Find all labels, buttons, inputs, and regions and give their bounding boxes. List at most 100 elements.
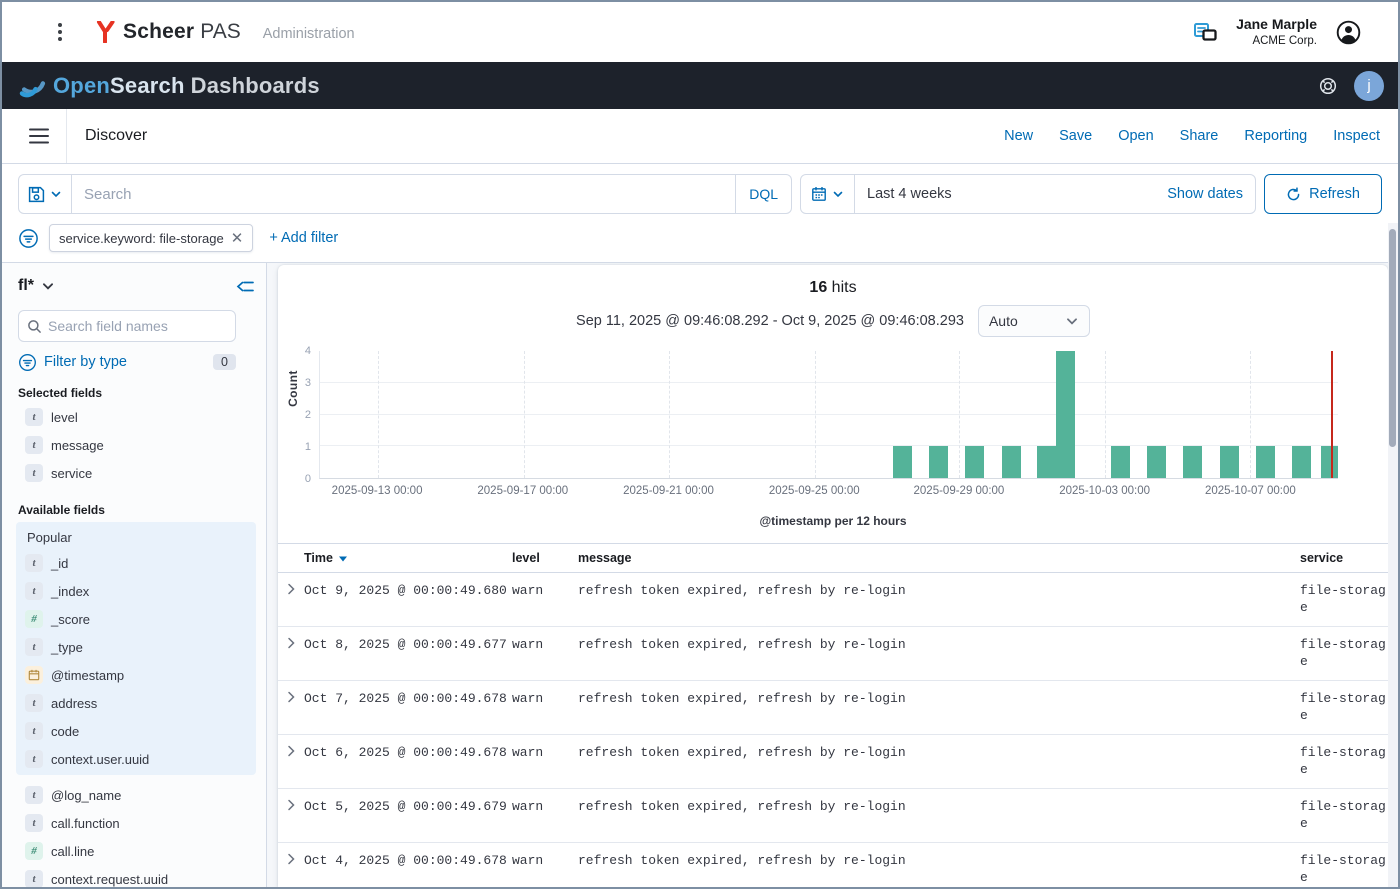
y-tick-label: 0 [305, 473, 311, 485]
help-icon[interactable] [1318, 76, 1338, 96]
field-item-code[interactable]: tcode [18, 717, 254, 745]
gridline [815, 351, 816, 478]
table-row: Oct 4, 2025 @ 00:00:49.678warnrefresh to… [278, 843, 1388, 887]
cell-level: warn [512, 799, 578, 842]
account-icon[interactable] [1335, 19, 1362, 46]
field-name: _index [51, 584, 89, 599]
user-menu[interactable]: Jane Marple ACME Corp. [1236, 16, 1317, 48]
string-type-icon: t [25, 554, 43, 572]
filter-count-badge: 0 [213, 354, 236, 370]
expand-row-icon[interactable] [278, 691, 304, 734]
field-item-_id[interactable]: t_id [18, 549, 254, 577]
col-service: service [1300, 551, 1388, 565]
histogram-bar[interactable] [1111, 446, 1130, 478]
scrollbar-track[interactable] [1388, 223, 1398, 887]
scrollbar-thumb[interactable] [1389, 229, 1396, 447]
selected-fields-heading: Selected fields [18, 386, 254, 400]
filter-by-type[interactable]: Filter by type 0 [18, 351, 236, 373]
histogram-bar[interactable] [965, 446, 984, 478]
histogram-bar[interactable] [1002, 446, 1021, 478]
field-item-_index[interactable]: t _index [18, 577, 254, 605]
col-message: message [578, 551, 1300, 565]
nav-link-new[interactable]: New [1004, 128, 1033, 144]
filter-pill[interactable]: service.keyword: file-storage ✕ [49, 224, 253, 252]
string-type-icon: t [25, 582, 43, 600]
expand-row-icon[interactable] [278, 583, 304, 626]
refresh-button[interactable]: Refresh [1264, 174, 1382, 214]
nav-link-reporting[interactable]: Reporting [1244, 128, 1307, 144]
kebab-menu-icon[interactable] [52, 17, 68, 47]
table-row: Oct 8, 2025 @ 00:00:49.677warnrefresh to… [278, 627, 1388, 681]
field-item-message[interactable]: tmessage [18, 431, 254, 459]
x-tick-label: 2025-09-17 00:00 [477, 485, 568, 497]
field-item-@timestamp[interactable]: @timestamp [18, 661, 254, 689]
nav-links: New Save Open Share Reporting Inspect [1004, 128, 1382, 144]
calendar-button[interactable] [801, 175, 855, 213]
remove-filter-icon[interactable]: ✕ [231, 231, 244, 246]
cell-message: refresh token expired, refresh by re-log… [578, 637, 1300, 680]
histogram-bar[interactable] [1321, 446, 1338, 478]
field-item-_type[interactable]: t_type [18, 633, 254, 661]
histogram-chart: Count 01234 [319, 351, 1338, 479]
index-pattern-selector[interactable]: fl* [18, 277, 55, 295]
field-item-service[interactable]: tservice [18, 459, 254, 487]
string-type-icon: t [25, 464, 43, 482]
hamburger-menu-icon[interactable] [18, 119, 60, 153]
time-range-value[interactable]: Last 4 weeks [855, 186, 1155, 202]
fields-sidebar: fl* [2, 263, 267, 887]
filter-pill-label: service.keyword: file-storage [59, 231, 224, 246]
expand-row-icon[interactable] [278, 745, 304, 788]
field-item-address[interactable]: taddress [18, 689, 254, 717]
histogram-bar[interactable] [1037, 446, 1056, 478]
field-item-level[interactable]: tlevel [18, 403, 254, 431]
histogram-bar[interactable] [1147, 446, 1166, 478]
field-search-input[interactable] [48, 318, 227, 334]
cell-level: warn [512, 853, 578, 887]
add-filter-button[interactable]: + Add filter [269, 230, 338, 246]
field-item-@log_name[interactable]: t@log_name [18, 781, 254, 809]
field-item-_score[interactable]: #_score [18, 605, 254, 633]
dql-button[interactable]: DQL [736, 174, 792, 214]
cell-level: warn [512, 583, 578, 626]
field-item-call.line[interactable]: #call.line [18, 837, 254, 865]
saved-query-button[interactable] [18, 174, 72, 214]
nav-link-share[interactable]: Share [1180, 128, 1219, 144]
histogram-bar[interactable] [1256, 446, 1275, 478]
scheer-logo-icon [96, 21, 115, 43]
chevron-down-icon [1065, 314, 1079, 328]
gridline [1105, 351, 1106, 478]
brand-scheer: Scheer [123, 20, 194, 44]
expand-row-icon[interactable] [278, 799, 304, 842]
field-item-context.request.uuid[interactable]: tcontext.request.uuid [18, 865, 254, 887]
gridline [320, 414, 1338, 415]
histogram-bar[interactable] [1056, 351, 1075, 478]
osd-avatar[interactable]: j [1354, 71, 1384, 101]
histogram-bar[interactable] [929, 446, 948, 478]
nav-link-save[interactable]: Save [1059, 128, 1092, 144]
query-bar: DQL Last 4 weeks Show dates Refresh [2, 164, 1398, 222]
field-item-context.user.uuid[interactable]: tcontext.user.uuid [18, 745, 254, 773]
histogram-bar[interactable] [893, 446, 912, 478]
string-type-icon: t [25, 638, 43, 656]
field-name: @timestamp [51, 668, 124, 683]
nav-link-inspect[interactable]: Inspect [1333, 128, 1380, 144]
field-item-call.function[interactable]: tcall.function [18, 809, 254, 837]
expand-row-icon[interactable] [278, 853, 304, 887]
sort-by-time[interactable]: Time [304, 551, 512, 565]
expand-row-icon[interactable] [278, 637, 304, 680]
show-dates-button[interactable]: Show dates [1155, 186, 1255, 202]
gridline [320, 382, 1338, 383]
histogram-bar[interactable] [1183, 446, 1202, 478]
collapse-sidebar-icon[interactable] [236, 279, 254, 294]
cell-level: warn [512, 691, 578, 734]
interval-select[interactable]: Auto [978, 305, 1090, 337]
filter-options-icon[interactable] [18, 228, 39, 249]
nav-link-open[interactable]: Open [1118, 128, 1153, 144]
date-type-icon [25, 666, 43, 684]
workspace-panel-icon[interactable] [1192, 20, 1218, 44]
histogram-bar[interactable] [1292, 446, 1311, 478]
documents-table: Time level message service Oct 9, 2025 @… [278, 543, 1388, 887]
histogram-bar[interactable] [1220, 446, 1239, 478]
search-input[interactable] [72, 174, 736, 214]
y-tick-label: 1 [305, 441, 311, 453]
